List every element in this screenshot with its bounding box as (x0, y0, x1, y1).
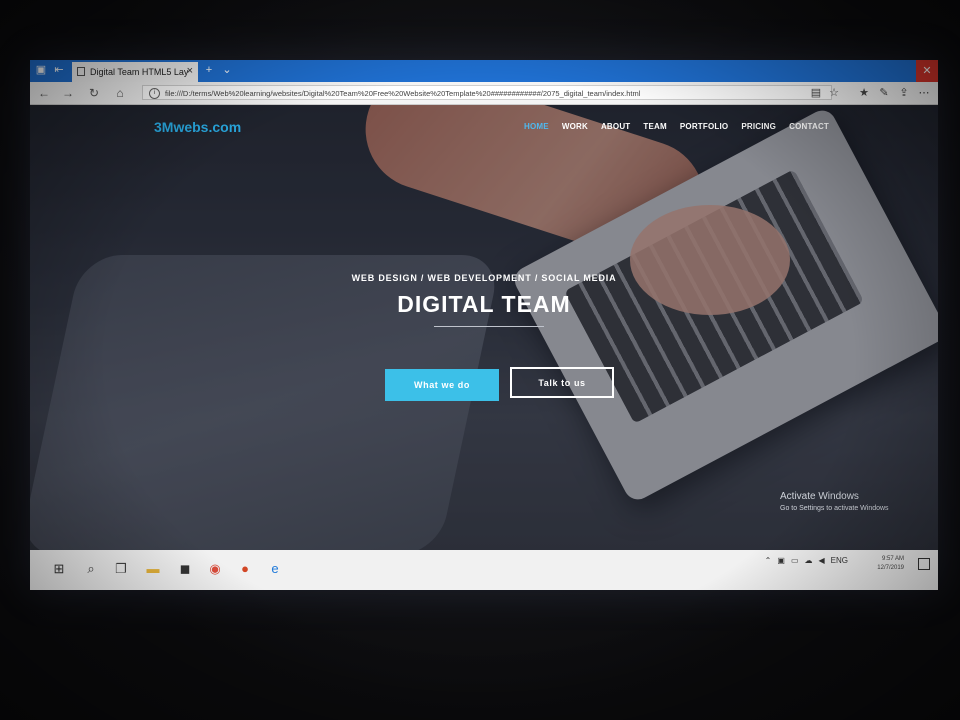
set-aside-tabs-icon[interactable]: ⇤ (52, 63, 66, 77)
tray-volume-icon[interactable]: ◀ (819, 556, 825, 565)
tray-battery-icon[interactable]: ▭ (791, 556, 799, 565)
taskbar-clock[interactable]: 9:57 AM 12/7/2019 (877, 555, 904, 573)
what-we-do-button[interactable]: What we do (385, 369, 499, 401)
tray-onedrive-icon[interactable]: ☁ (805, 556, 813, 565)
chrome-icon[interactable]: ◉ (206, 560, 224, 578)
hero-overlay (30, 105, 938, 550)
hero-divider (434, 326, 544, 327)
reading-view-icon[interactable]: ▤ (808, 85, 824, 101)
clock-time: 9:57 AM (881, 556, 904, 562)
nav-home[interactable]: HOME (524, 122, 549, 131)
forward-icon[interactable]: → (60, 85, 76, 101)
notifications-icon[interactable] (918, 558, 930, 570)
nav-team[interactable]: TEAM (643, 122, 666, 131)
activate-windows-watermark: Activate Windows Go to Settings to activ… (780, 491, 889, 512)
tab-title: Digital Team HTML5 Lay (90, 67, 189, 77)
hero-subtitle: WEB DESIGN / WEB DEVELOPMENT / SOCIAL ME… (351, 273, 617, 283)
tab-preview-icon[interactable]: ▣ (34, 63, 48, 77)
powerpoint-icon[interactable]: ● (236, 560, 254, 578)
website-hero: 3Mwebs.com HOME WORK ABOUT TEAM PORTFOLI… (30, 105, 938, 550)
address-bar-row: ← → ↻ ⌂ i file:///D:/terms/Web%20learnin… (30, 82, 938, 105)
browser-titlebar: ▣ ⇤ Digital Team HTML5 Lay × + ⌄ ✕ (30, 60, 938, 82)
home-icon[interactable]: ⌂ (112, 85, 128, 101)
clock-date: 12/7/2019 (877, 565, 904, 571)
nav-about[interactable]: ABOUT (601, 122, 630, 131)
monitor-screen: ▣ ⇤ Digital Team HTML5 Lay × + ⌄ ✕ ← → ↻… (30, 60, 938, 590)
system-tray: ⌃ ▣ ▭ ☁ ◀ ENG (765, 556, 848, 565)
tab-close-icon[interactable]: × (187, 65, 193, 77)
edge-icon[interactable]: e (266, 560, 284, 578)
share-icon[interactable]: ⇪ (896, 85, 912, 101)
file-explorer-icon[interactable]: ▬ (144, 560, 162, 578)
pen-icon[interactable]: ✎ (876, 85, 892, 101)
windows-taskbar: ⊞ ⌕ ❐ ▬ ◼ ◉ ● e ⌃ ▣ ▭ ☁ ◀ ENG 9:57 AM 12… (30, 550, 938, 590)
nav-pricing[interactable]: PRICING (741, 122, 776, 131)
activate-title: Activate Windows (780, 491, 859, 502)
nav-portfolio[interactable]: PORTFOLIO (680, 122, 728, 131)
url-input[interactable]: i file:///D:/terms/Web%20learning/websit… (142, 85, 832, 100)
talk-to-us-button[interactable]: Talk to us (510, 367, 614, 398)
activate-subtitle: Go to Settings to activate Windows (780, 505, 889, 512)
tray-up-icon[interactable]: ⌃ (765, 556, 772, 565)
start-icon[interactable]: ⊞ (50, 560, 68, 578)
site-logo[interactable]: 3Mwebs.com (154, 119, 241, 135)
new-tab-icon[interactable]: + (202, 63, 216, 77)
tab-menu-icon[interactable]: ⌄ (220, 63, 234, 77)
favorites-icon[interactable]: ★ (856, 85, 872, 101)
tray-network-icon[interactable]: ▣ (777, 556, 785, 565)
tab-digital-team[interactable]: Digital Team HTML5 Lay × (72, 62, 198, 82)
search-icon[interactable]: ⌕ (82, 560, 100, 578)
back-icon[interactable]: ← (36, 85, 52, 101)
url-text: file:///D:/terms/Web%20learning/websites… (165, 89, 641, 98)
tray-language[interactable]: ENG (831, 556, 848, 565)
window-close-button[interactable]: ✕ (916, 60, 938, 82)
favorite-star-icon[interactable]: ☆ (826, 85, 842, 101)
task-view-icon[interactable]: ❐ (112, 560, 130, 578)
nav-work[interactable]: WORK (562, 122, 588, 131)
refresh-icon[interactable]: ↻ (86, 85, 102, 101)
more-icon[interactable]: ⋯ (916, 85, 932, 101)
info-icon[interactable]: i (149, 88, 160, 99)
site-nav: HOME WORK ABOUT TEAM PORTFOLIO PRICING C… (524, 122, 829, 131)
page-icon (77, 67, 85, 76)
hero-headline: DIGITAL TEAM (397, 291, 571, 317)
store-icon[interactable]: ◼ (176, 560, 194, 578)
nav-contact[interactable]: CONTACT (789, 122, 829, 131)
